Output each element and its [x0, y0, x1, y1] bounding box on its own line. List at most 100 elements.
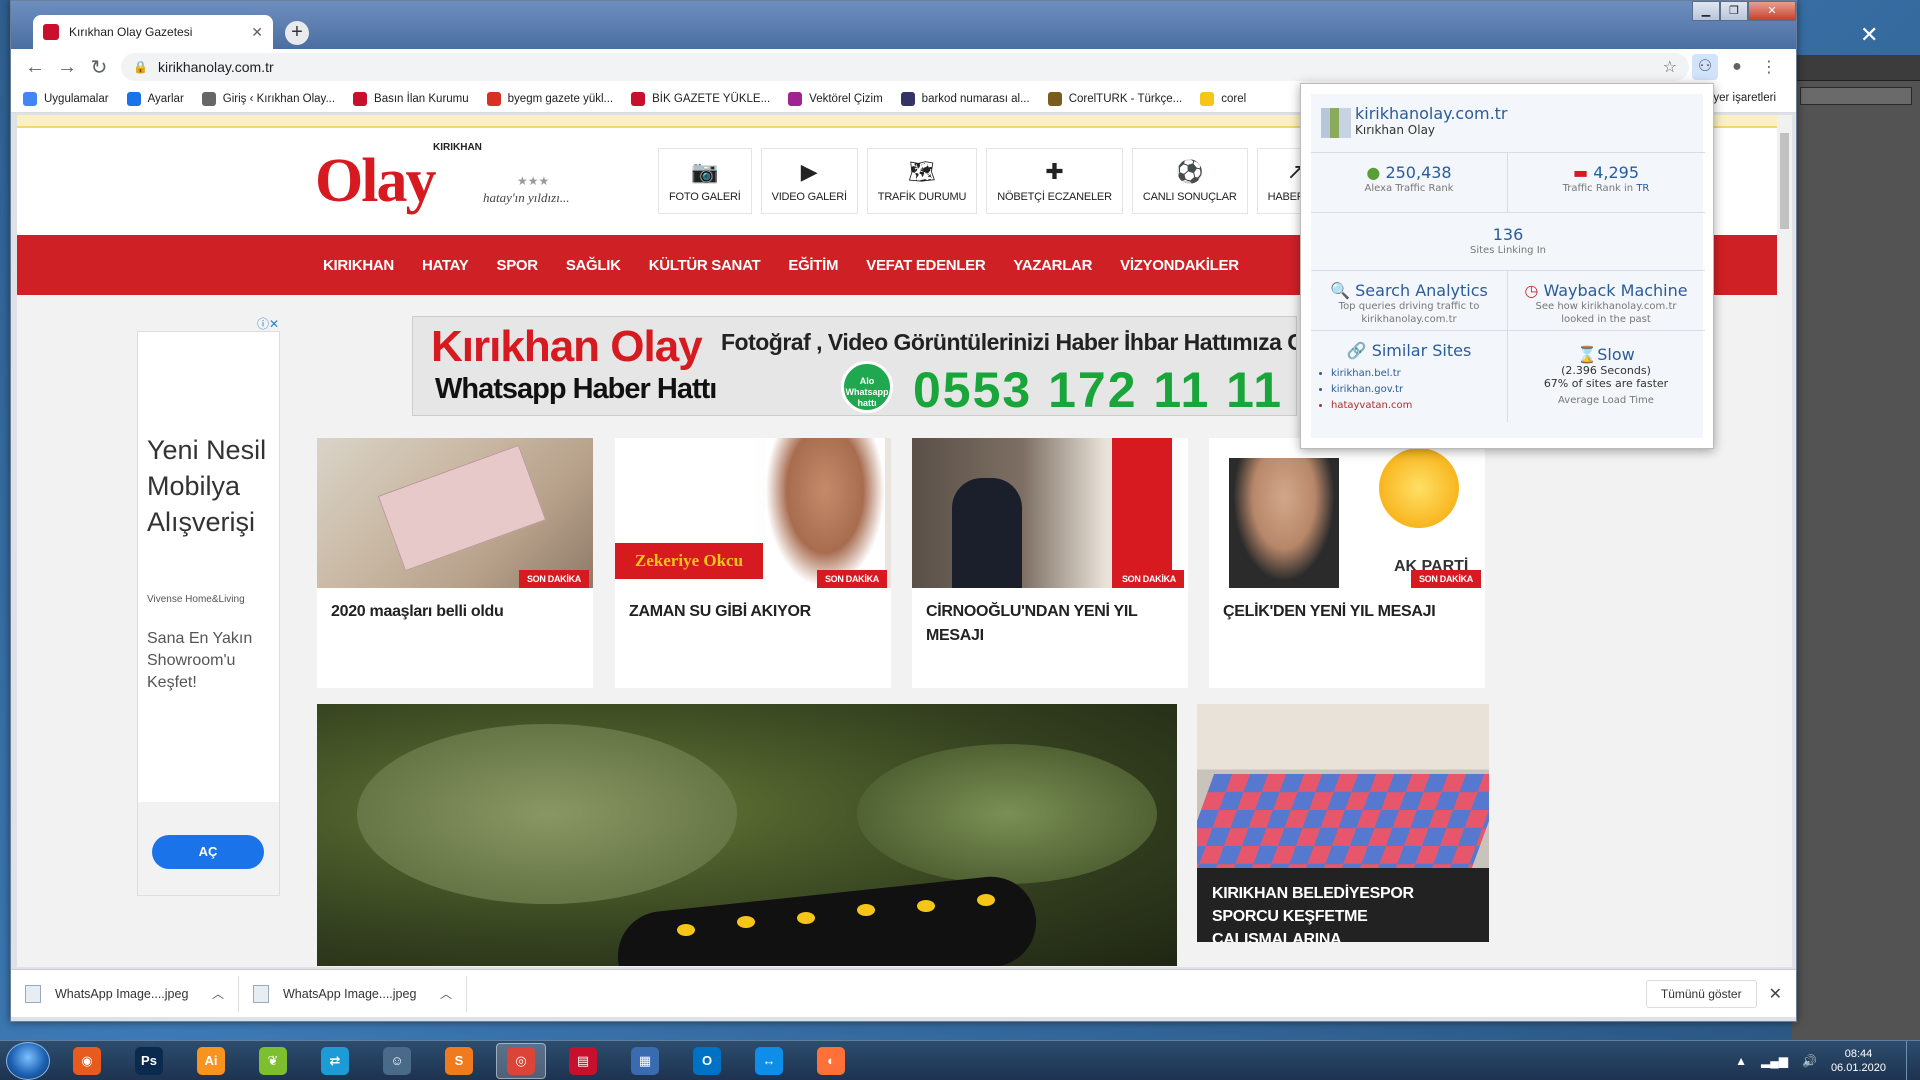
taskbar-app[interactable]: S [434, 1043, 484, 1079]
forward-icon[interactable]: → [51, 56, 83, 79]
taskbar-app[interactable]: ▤ [558, 1043, 608, 1079]
taskbar-app[interactable]: ☺ [372, 1043, 422, 1079]
menu-dots-icon[interactable]: ⋮ [1753, 57, 1785, 77]
taskbar-app[interactable]: Ai [186, 1043, 236, 1079]
download-filename: WhatsApp Image....jpeg [283, 986, 417, 1001]
show-desktop-button[interactable] [1906, 1040, 1920, 1080]
alexa-global-rank[interactable]: ● 250,438 Alexa Traffic Rank [1311, 152, 1507, 212]
minimize-button[interactable]: ▁ [1692, 1, 1720, 21]
tray-arrow-icon[interactable]: ▲ [1735, 1054, 1747, 1068]
alexa-country-rank[interactable]: ▬ 4,295 Traffic Rank in TR [1507, 152, 1705, 212]
bookmark-star-icon[interactable]: ☆ [1663, 57, 1677, 77]
taskbar-app[interactable]: Ps [124, 1043, 174, 1079]
back-icon[interactable]: ← [19, 56, 51, 79]
menu-item[interactable]: HATAY [422, 257, 469, 274]
header-tool-button[interactable]: ▶ VIDEO GALERİ [760, 148, 858, 214]
alexa-search-analytics[interactable]: 🔍 Search Analytics Top queries driving t… [1311, 270, 1507, 330]
lock-icon[interactable]: 🔒 [133, 60, 148, 74]
similar-site-link[interactable]: hatayvatan.com [1331, 398, 1507, 414]
reload-icon[interactable]: ↻ [83, 55, 115, 80]
download-item[interactable]: WhatsApp Image....jpeg ︿ [11, 975, 239, 1012]
tab-active[interactable]: Kırıkhan Olay Gazetesi ✕ [33, 15, 273, 49]
tab-title: Kırıkhan Olay Gazetesi [69, 25, 193, 39]
start-button[interactable] [6, 1041, 50, 1080]
header-tool-button[interactable]: 📷 FOTO GALERİ [658, 148, 752, 214]
background-window-select[interactable] [1800, 87, 1912, 105]
alexa-load-time[interactable]: ⌛Slow (2.396 Seconds) 67% of sites are f… [1507, 330, 1705, 422]
menu-item[interactable]: VEFAT EDENLER [866, 257, 985, 274]
country-rank-value: 4,295 [1593, 163, 1640, 182]
speed-seconds: (2.396 Seconds) [1561, 364, 1651, 377]
headline-image[interactable] [317, 704, 1177, 966]
chevron-up-icon[interactable]: ︿ [212, 985, 224, 1002]
menu-item[interactable]: KÜLTÜR SANAT [649, 257, 761, 274]
bookmark-item[interactable]: barkod numarası al... [900, 91, 1030, 106]
close-window-button[interactable]: ✕ [1748, 1, 1796, 21]
menu-item[interactable]: EĞİTİM [788, 257, 838, 274]
page-scrollbar[interactable] [1777, 115, 1792, 967]
maximize-button[interactable]: ❐ [1720, 1, 1748, 21]
bookmark-item[interactable]: Vektörel Çizim [788, 91, 883, 106]
address-bar[interactable]: 🔒 kirikhanolay.com.tr ☆ [121, 53, 1689, 81]
header-tool-label: NÖBETÇİ ECZANELER [997, 191, 1112, 203]
header-tool-button[interactable]: ⚽ CANLI SONUÇLAR [1131, 148, 1248, 214]
bookmark-item[interactable]: byegm gazete yükl... [486, 91, 613, 106]
background-window[interactable] [1792, 55, 1920, 1040]
sublime-icon: S [445, 1046, 473, 1075]
bookmark-item[interactable]: Ayarlar [126, 91, 184, 106]
side-ad[interactable]: Yeni Nesil Mobilya Alışverişi Vivense Ho… [137, 331, 280, 896]
bookmark-item[interactable]: Giriş ‹ Kırıkhan Olay... [201, 91, 335, 106]
show-all-downloads-button[interactable]: Tümünü göster [1645, 979, 1757, 1008]
bookmark-item[interactable]: Uygulamalar [23, 91, 109, 106]
alexa-sites-linking[interactable]: 136 Sites Linking In [1311, 212, 1705, 270]
volume-icon[interactable]: 🔊 [1802, 1054, 1817, 1068]
taskbar-app[interactable]: ◉ [62, 1043, 112, 1079]
news-card[interactable]: Zekeriye Okcu SON DAKİKA ZAMAN SU GİBİ A… [615, 438, 891, 688]
ad-info-close-icon[interactable]: ⓘ✕ [257, 315, 279, 332]
tab-close-icon[interactable]: ✕ [251, 24, 263, 41]
scrollbar-thumb[interactable] [1780, 133, 1789, 229]
menu-item[interactable]: VİZYONDAKİLER [1120, 257, 1239, 274]
bookmark-item[interactable]: corel [1200, 91, 1246, 106]
alexa-wayback[interactable]: ◷ Wayback Machine See how kirikhanolay.c… [1507, 270, 1705, 330]
taskbar-app[interactable]: ◐ [806, 1043, 856, 1079]
clock[interactable]: 08:44 06.01.2020 [1831, 1047, 1886, 1075]
ad-open-button[interactable]: AÇ [152, 835, 264, 869]
download-item[interactable]: WhatsApp Image....jpeg ︿ [239, 975, 467, 1012]
chevron-up-icon[interactable]: ︿ [440, 985, 452, 1002]
taskbar-app[interactable]: ▦ [620, 1043, 670, 1079]
news-card[interactable]: SON DAKİKA CİRNOOĞLU'NDAN YENİ YIL MESAJ… [912, 438, 1188, 688]
bookmark-item[interactable]: BİK GAZETE YÜKLE... [631, 91, 770, 106]
similar-site-link[interactable]: kirikhan.gov.tr [1331, 382, 1507, 398]
taskbar-app[interactable]: ⇄ [310, 1043, 360, 1079]
taskbar-app[interactable]: O [682, 1043, 732, 1079]
similar-site-link[interactable]: kirikhan.bel.tr [1331, 366, 1507, 382]
menu-item[interactable]: SPOR [497, 257, 539, 274]
header-tool-button[interactable]: ✚ NÖBETÇİ ECZANELER [986, 148, 1123, 214]
network-signal-icon[interactable]: ▂▄▆ [1761, 1054, 1788, 1068]
profile-icon[interactable]: ● [1721, 58, 1753, 76]
alexa-extension-icon[interactable]: ⚇ [1692, 54, 1718, 80]
other-bookmarks[interactable]: r yer işaretleri [1706, 92, 1776, 104]
site-logo[interactable]: Olay KIRIKHAN [315, 142, 482, 217]
breaking-badge: SON DAKİKA [816, 570, 887, 588]
taskbar-app[interactable]: ↔ [744, 1043, 794, 1079]
menu-item[interactable]: SAĞLIK [566, 257, 621, 274]
new-tab-button[interactable]: + [285, 21, 309, 45]
news-card[interactable]: AK PARTİ SON DAKİKA ÇELİK'DEN YENİ YIL M… [1209, 438, 1485, 688]
bookmark-item[interactable]: CorelTURK - Türkçe... [1047, 91, 1182, 106]
news-card[interactable]: SON DAKİKA 2020 maaşları belli oldu [317, 438, 593, 688]
background-window-close-icon[interactable]: ✕ [1860, 22, 1878, 48]
taskbar-app[interactable]: ◎ [496, 1042, 546, 1079]
taskbar-app[interactable]: ❦ [248, 1043, 298, 1079]
network-icon: ▦ [631, 1046, 659, 1075]
globe-icon: ● [1366, 163, 1381, 182]
close-downloads-icon[interactable]: ✕ [1769, 984, 1782, 1004]
menu-item[interactable]: YAZARLAR [1013, 257, 1092, 274]
header-tool-button[interactable]: 🗺 TRAFİK DURUMU [866, 148, 978, 214]
bookmark-item[interactable]: Basın İlan Kurumu [353, 91, 469, 106]
alexa-domain[interactable]: kirikhanolay.com.tr [1355, 104, 1508, 123]
whatsapp-banner[interactable]: Kırıkhan Olay Whatsapp Haber Hattı Fotoğ… [412, 316, 1297, 416]
side-news-card[interactable]: KIRIKHAN BELEDİYESPOR SPORCU KEŞFETME ÇA… [1197, 704, 1489, 942]
menu-item[interactable]: KIRIKHAN [323, 257, 394, 274]
